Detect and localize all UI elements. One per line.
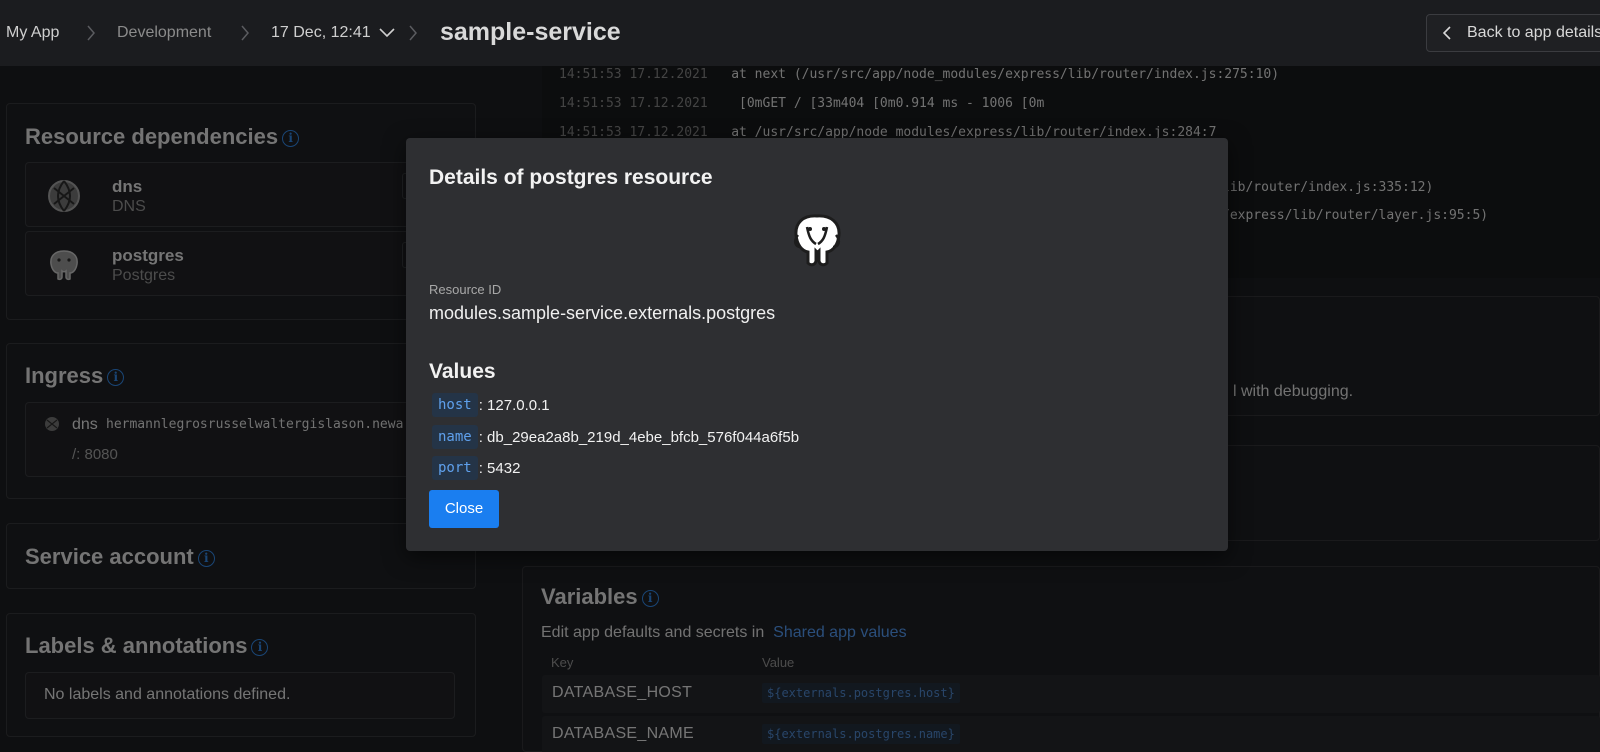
modal-title: Details of postgres resource (429, 166, 713, 189)
chevron-right-icon (408, 24, 418, 42)
value-value[interactable]: : 5432 (479, 460, 521, 477)
chevron-down-icon[interactable] (379, 28, 395, 38)
value-value[interactable]: : db_29ea2a8b_219d_4ebe_bfcb_576f044a6f5… (479, 429, 799, 446)
back-button-label: Back to app details (1467, 24, 1600, 41)
chevron-right-icon (240, 24, 250, 42)
breadcrumb-app[interactable]: My App (6, 24, 59, 42)
value-key: port (432, 456, 478, 480)
back-to-app-button[interactable]: Back to app details (1426, 14, 1600, 52)
breadcrumb-deployment[interactable]: 17 Dec, 12:41 (271, 24, 371, 42)
chevron-right-icon (86, 24, 96, 42)
value-value[interactable]: : 127.0.0.1 (479, 397, 550, 414)
value-key: name (432, 425, 478, 449)
close-button[interactable]: Close (429, 490, 499, 528)
value-row: name: db_29ea2a8b_219d_4ebe_bfcb_576f044… (432, 425, 799, 453)
top-bar: My App Development 17 Dec, 12:41 sample-… (0, 0, 1600, 66)
resource-id-label: Resource ID (429, 282, 502, 297)
resource-details-modal: Details of postgres resource Resource ID… (406, 138, 1228, 551)
page-title: sample-service (440, 18, 621, 46)
resource-id-value[interactable]: modules.sample-service.externals.postgre… (429, 303, 775, 324)
breadcrumb-environment[interactable]: Development (117, 24, 211, 42)
chevron-left-icon (1442, 26, 1451, 45)
postgres-elephant-icon (789, 211, 845, 271)
value-row: port: 5432 (432, 456, 520, 484)
value-key: host (432, 393, 478, 417)
value-row: host: 127.0.0.1 (432, 393, 550, 421)
values-heading: Values (429, 360, 496, 383)
